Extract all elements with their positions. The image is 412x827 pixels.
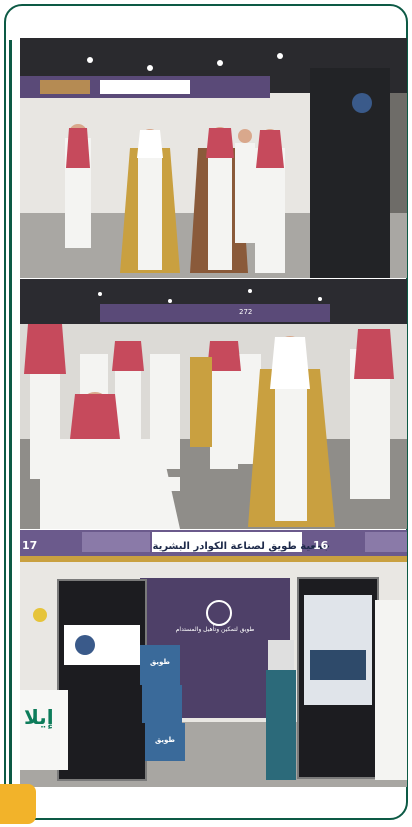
box-label-1: طويق [150, 658, 170, 666]
sign-booth-272: 272 [239, 308, 252, 316]
booth-logo-icon [206, 600, 232, 626]
accent-bar [9, 40, 12, 820]
booth-title-sign: جمعية طويق لصناعة الكوادر البشرية [152, 541, 331, 552]
corner-badge [0, 784, 36, 824]
side-booth-logo-text: إيلا [24, 705, 54, 729]
booth-banner-text: طويق لتمكين وتأهيل والمستدام [175, 626, 255, 633]
box-label-2: طويق [155, 736, 175, 744]
photo-exhibition-visit: 272 [20, 279, 407, 529]
photo-tour-walking [20, 38, 407, 278]
booth-number-17: 17 [22, 539, 38, 552]
photo-booth-16: جمعية طويق لصناعة الكوادر البشرية 16 17 … [20, 530, 407, 787]
booth-number-16: 16 [313, 539, 329, 552]
